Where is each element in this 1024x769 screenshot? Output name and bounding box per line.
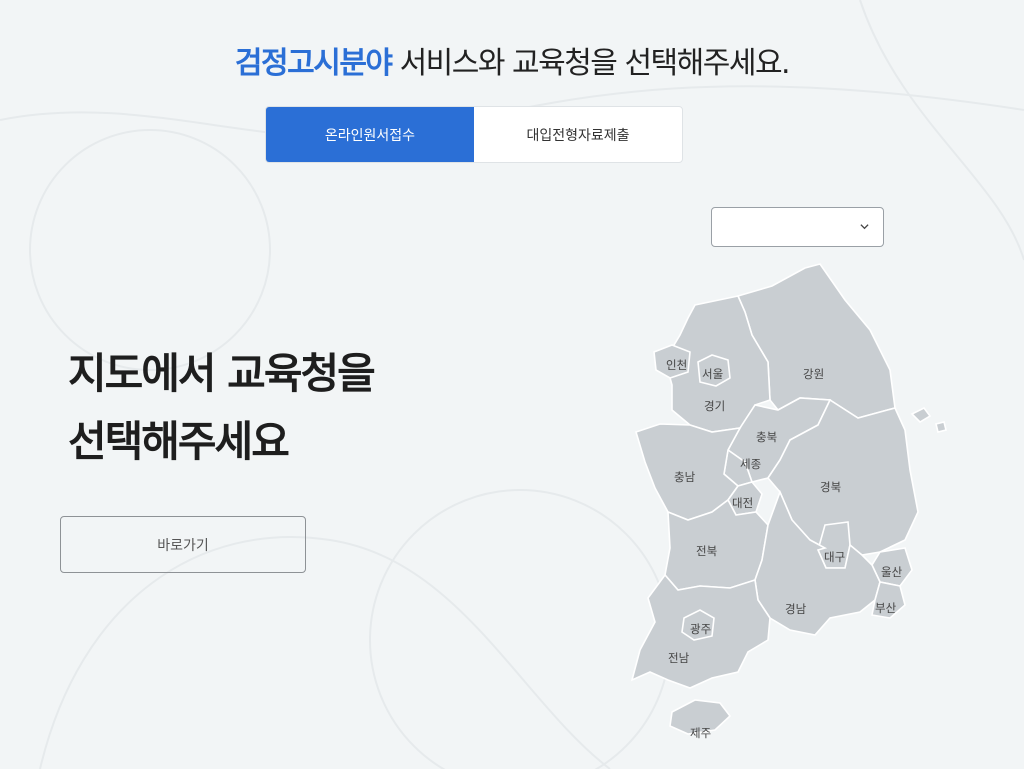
map-label-jeonbuk: 전북 bbox=[696, 544, 717, 558]
map-label-gyeonggi: 경기 bbox=[704, 399, 725, 413]
map-label-gangwon: 강원 bbox=[803, 367, 824, 381]
map-label-gyeongbuk: 경북 bbox=[820, 480, 841, 494]
map-label-ulsan: 울산 bbox=[881, 565, 903, 579]
map-island-ulleung bbox=[910, 406, 932, 424]
map-label-daegu: 대구 bbox=[824, 550, 845, 564]
tab-admission-data-submission[interactable]: 대입전형자료제출 bbox=[474, 107, 682, 162]
map-label-chungnam: 충남 bbox=[674, 470, 696, 484]
map-label-busan: 부산 bbox=[875, 601, 897, 615]
headline-rest: 서비스와 교육청을 선택해주세요. bbox=[391, 46, 791, 81]
page-headline: 검정고시분야 서비스와 교육청을 선택해주세요. bbox=[0, 38, 1024, 82]
go-button[interactable]: 바로가기 bbox=[60, 516, 306, 573]
region-select[interactable] bbox=[711, 207, 884, 247]
main-title-line2: 선택해주세요 bbox=[68, 417, 290, 466]
map-label-incheon: 인천 bbox=[666, 358, 687, 372]
map-label-jeju: 제주 bbox=[690, 726, 711, 740]
map-label-chungbuk: 충북 bbox=[756, 430, 777, 444]
chevron-down-icon bbox=[860, 224, 869, 230]
main-title: 지도에서 교육청을 선택해주세요 bbox=[68, 340, 376, 476]
map-label-daejeon: 대전 bbox=[732, 496, 753, 510]
service-tabs: 온라인원서접수 대입전형자료제출 bbox=[265, 106, 683, 163]
map-label-jeonnam: 전남 bbox=[668, 651, 690, 665]
map-label-sejong: 세종 bbox=[740, 457, 761, 471]
tab-online-application[interactable]: 온라인원서접수 bbox=[266, 107, 474, 162]
korea-map: 인천 서울 강원 경기 충북 세종 충남 경북 대전 전북 대구 울산 광주 경… bbox=[630, 263, 947, 740]
map-label-gwangju: 광주 bbox=[690, 622, 711, 636]
main-title-line1: 지도에서 교육청을 bbox=[68, 349, 376, 398]
map-label-gyeongnam: 경남 bbox=[785, 602, 807, 616]
headline-accent: 검정고시분야 bbox=[234, 46, 393, 81]
map-island-dokdo bbox=[935, 421, 947, 433]
map-label-seoul: 서울 bbox=[702, 367, 723, 381]
